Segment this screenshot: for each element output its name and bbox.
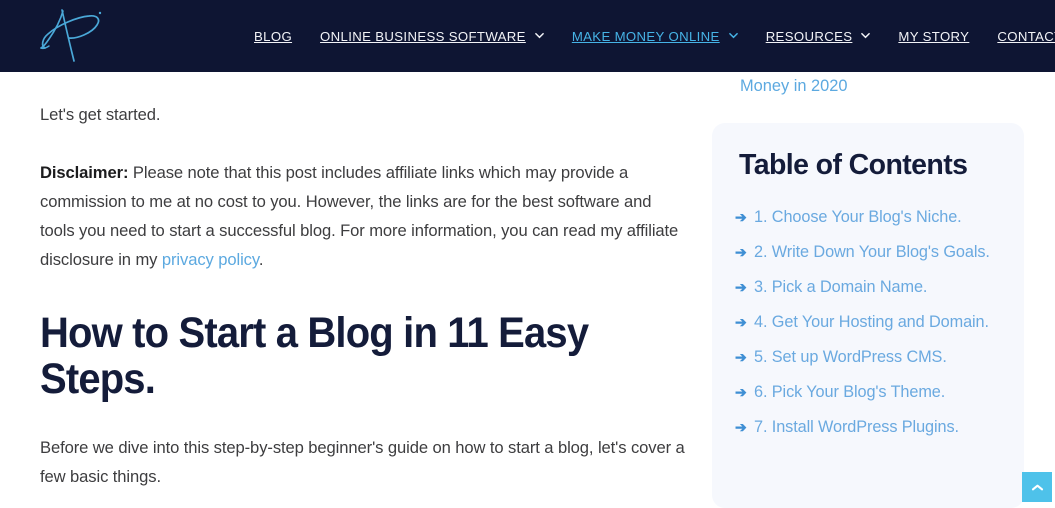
disclaimer-text-part1: Please note that this post includes affi… <box>40 163 679 269</box>
chevron-up-icon <box>1031 483 1044 492</box>
paragraph-before-we-dive: Before we dive into this step-by-step be… <box>40 438 685 486</box>
chevron-down-icon[interactable] <box>534 31 544 40</box>
nav-item-label: ONLINE BUSINESS SOFTWARE <box>320 28 526 44</box>
list-item[interactable]: ➔ 6. Pick Your Blog's Theme. <box>735 375 1010 410</box>
toc-link[interactable]: 7. Install WordPress Plugins. <box>754 418 959 436</box>
arrow-right-icon: ➔ <box>735 314 747 330</box>
list-item[interactable]: ➔ 5. Set up WordPress CMS. <box>735 340 1010 375</box>
nav-item-online-business-software[interactable]: ONLINE BUSINESS SOFTWARE <box>306 29 558 44</box>
list-item[interactable]: ➔ 4. Get Your Hosting and Domain. <box>735 305 1010 340</box>
toc-link[interactable]: 1. Choose Your Blog's Niche. <box>754 208 962 226</box>
privacy-policy-link[interactable]: privacy policy <box>162 250 259 269</box>
arrow-right-icon: ➔ <box>735 209 747 225</box>
nav-item-blog[interactable]: BLOG <box>240 29 306 44</box>
nav-item-label: RESOURCES <box>765 28 853 44</box>
site-logo-signature-icon <box>31 5 109 67</box>
chevron-down-icon[interactable] <box>728 31 738 40</box>
toc-link[interactable]: 6. Pick Your Blog's Theme. <box>754 383 945 401</box>
scroll-to-top-button[interactable] <box>1022 472 1052 502</box>
list-item[interactable]: ➔ 1. Choose Your Blog's Niche. <box>735 200 1010 235</box>
nav-item-label: MAKE MONEY ONLINE <box>571 28 720 44</box>
disclaimer-text-part2: . <box>258 250 264 269</box>
nav-item-contact[interactable]: CONTACT <box>983 29 1055 44</box>
sidebar: Money in 2020 Table of Contents ➔ 1. Cho… <box>712 72 1024 508</box>
toc-link[interactable]: 4. Get Your Hosting and Domain. <box>754 313 989 331</box>
toc-link[interactable]: 3. Pick a Domain Name. <box>754 278 927 296</box>
list-item[interactable]: ➔ 3. Pick a Domain Name. <box>735 270 1010 305</box>
nav-item-label: BLOG <box>254 28 293 44</box>
nav-item-label: CONTACT <box>997 28 1055 44</box>
toc-link[interactable]: 2. Write Down Your Blog's Goals. <box>754 243 990 261</box>
nav-item-label: MY STORY <box>898 28 970 44</box>
chevron-down-icon[interactable] <box>861 31 871 40</box>
nav-item-resources[interactable]: RESOURCES <box>752 29 885 44</box>
arrow-right-icon: ➔ <box>735 384 747 400</box>
table-of-contents-list: ➔ 1. Choose Your Blog's Niche. ➔ 2. Writ… <box>712 200 1024 445</box>
paragraph-disclaimer: Disclaimer: Please note that this post i… <box>40 158 690 274</box>
nav-item-make-money-online[interactable]: MAKE MONEY ONLINE <box>558 29 752 44</box>
table-of-contents-card: Table of Contents ➔ 1. Choose Your Blog'… <box>712 123 1024 508</box>
paragraph-lets-get-started: Let's get started. <box>40 105 161 124</box>
arrow-right-icon: ➔ <box>735 244 747 260</box>
arrow-right-icon: ➔ <box>735 279 747 295</box>
related-post-link[interactable]: Money in 2020 <box>712 72 1024 101</box>
article-column: Let's get started. Disclaimer: Please no… <box>40 72 690 491</box>
site-header: BLOG ONLINE BUSINESS SOFTWARE MAKE MONEY… <box>0 0 1055 72</box>
arrow-right-icon: ➔ <box>735 419 747 435</box>
nav-item-my-story[interactable]: MY STORY <box>884 29 983 44</box>
disclaimer-label: Disclaimer: <box>40 163 129 182</box>
table-of-contents-title: Table of Contents <box>739 149 968 181</box>
primary-navigation: BLOG ONLINE BUSINESS SOFTWARE MAKE MONEY… <box>240 29 1055 44</box>
toc-link[interactable]: 5. Set up WordPress CMS. <box>754 348 947 366</box>
site-logo-link[interactable] <box>0 0 140 72</box>
list-item[interactable]: ➔ 7. Install WordPress Plugins. <box>735 410 1010 445</box>
page-title: How to Start a Blog in 11 Easy Steps. <box>40 309 589 403</box>
list-item[interactable]: ➔ 2. Write Down Your Blog's Goals. <box>735 235 1010 270</box>
arrow-right-icon: ➔ <box>735 349 747 365</box>
page-body: Let's get started. Disclaimer: Please no… <box>0 72 1055 508</box>
